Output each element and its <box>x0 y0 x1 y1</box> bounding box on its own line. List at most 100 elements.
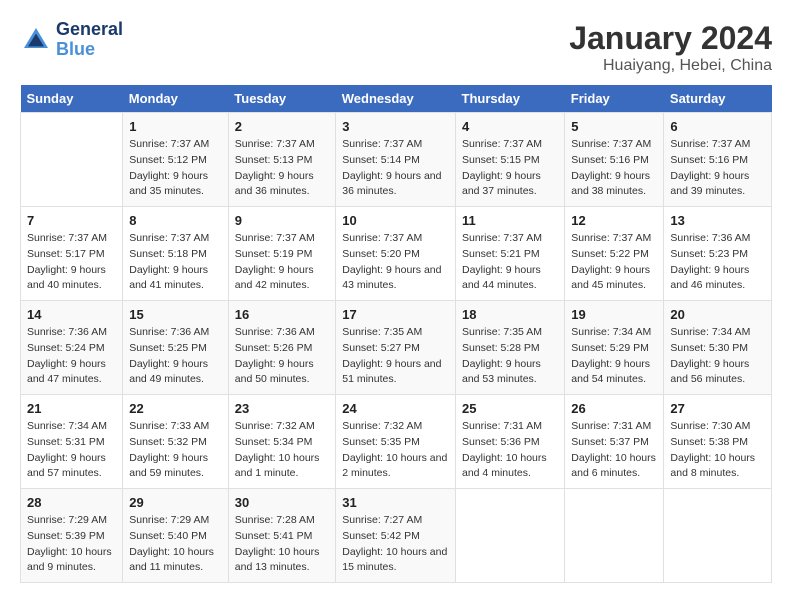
header-thursday: Thursday <box>456 85 565 113</box>
day-number: 7 <box>27 213 116 228</box>
calendar-week-row: 28 Sunrise: 7:29 AMSunset: 5:39 PMDaylig… <box>21 489 772 583</box>
day-info: Sunrise: 7:35 AMSunset: 5:27 PMDaylight:… <box>342 325 449 388</box>
day-info: Sunrise: 7:37 AMSunset: 5:14 PMDaylight:… <box>342 137 449 200</box>
calendar-cell: 12 Sunrise: 7:37 AMSunset: 5:22 PMDaylig… <box>565 207 664 301</box>
day-number: 28 <box>27 495 116 510</box>
day-info: Sunrise: 7:37 AMSunset: 5:15 PMDaylight:… <box>462 137 558 200</box>
day-number: 27 <box>670 401 765 416</box>
day-number: 10 <box>342 213 449 228</box>
day-info: Sunrise: 7:34 AMSunset: 5:30 PMDaylight:… <box>670 325 765 388</box>
header-friday: Friday <box>565 85 664 113</box>
day-info: Sunrise: 7:37 AMSunset: 5:16 PMDaylight:… <box>670 137 765 200</box>
calendar-cell: 25 Sunrise: 7:31 AMSunset: 5:36 PMDaylig… <box>456 395 565 489</box>
day-info: Sunrise: 7:28 AMSunset: 5:41 PMDaylight:… <box>235 513 329 576</box>
day-number: 30 <box>235 495 329 510</box>
calendar-header-row: Sunday Monday Tuesday Wednesday Thursday… <box>21 85 772 113</box>
day-info: Sunrise: 7:31 AMSunset: 5:36 PMDaylight:… <box>462 419 558 482</box>
day-info: Sunrise: 7:31 AMSunset: 5:37 PMDaylight:… <box>571 419 657 482</box>
day-number: 3 <box>342 119 449 134</box>
calendar-cell <box>21 113 123 207</box>
day-info: Sunrise: 7:37 AMSunset: 5:18 PMDaylight:… <box>129 231 222 294</box>
day-info: Sunrise: 7:36 AMSunset: 5:26 PMDaylight:… <box>235 325 329 388</box>
calendar-cell: 6 Sunrise: 7:37 AMSunset: 5:16 PMDayligh… <box>664 113 772 207</box>
header-monday: Monday <box>123 85 229 113</box>
day-info: Sunrise: 7:32 AMSunset: 5:34 PMDaylight:… <box>235 419 329 482</box>
day-info: Sunrise: 7:32 AMSunset: 5:35 PMDaylight:… <box>342 419 449 482</box>
day-number: 4 <box>462 119 558 134</box>
calendar-cell: 31 Sunrise: 7:27 AMSunset: 5:42 PMDaylig… <box>336 489 456 583</box>
day-number: 19 <box>571 307 657 322</box>
day-info: Sunrise: 7:37 AMSunset: 5:22 PMDaylight:… <box>571 231 657 294</box>
calendar-cell: 20 Sunrise: 7:34 AMSunset: 5:30 PMDaylig… <box>664 301 772 395</box>
calendar-cell: 5 Sunrise: 7:37 AMSunset: 5:16 PMDayligh… <box>565 113 664 207</box>
day-number: 13 <box>670 213 765 228</box>
calendar-cell: 21 Sunrise: 7:34 AMSunset: 5:31 PMDaylig… <box>21 395 123 489</box>
day-number: 2 <box>235 119 329 134</box>
calendar-cell: 22 Sunrise: 7:33 AMSunset: 5:32 PMDaylig… <box>123 395 229 489</box>
day-number: 12 <box>571 213 657 228</box>
subtitle: Huaiyang, Hebei, China <box>569 57 772 75</box>
calendar-cell: 24 Sunrise: 7:32 AMSunset: 5:35 PMDaylig… <box>336 395 456 489</box>
header-saturday: Saturday <box>664 85 772 113</box>
calendar-cell: 23 Sunrise: 7:32 AMSunset: 5:34 PMDaylig… <box>228 395 335 489</box>
day-info: Sunrise: 7:37 AMSunset: 5:20 PMDaylight:… <box>342 231 449 294</box>
calendar-week-row: 1 Sunrise: 7:37 AMSunset: 5:12 PMDayligh… <box>21 113 772 207</box>
day-number: 31 <box>342 495 449 510</box>
day-number: 22 <box>129 401 222 416</box>
day-number: 25 <box>462 401 558 416</box>
calendar-cell <box>456 489 565 583</box>
day-number: 9 <box>235 213 329 228</box>
day-info: Sunrise: 7:36 AMSunset: 5:23 PMDaylight:… <box>670 231 765 294</box>
calendar-cell: 16 Sunrise: 7:36 AMSunset: 5:26 PMDaylig… <box>228 301 335 395</box>
calendar-week-row: 21 Sunrise: 7:34 AMSunset: 5:31 PMDaylig… <box>21 395 772 489</box>
page-header: General Blue January 2024 Huaiyang, Hebe… <box>20 20 772 75</box>
calendar-cell: 27 Sunrise: 7:30 AMSunset: 5:38 PMDaylig… <box>664 395 772 489</box>
day-info: Sunrise: 7:37 AMSunset: 5:21 PMDaylight:… <box>462 231 558 294</box>
day-info: Sunrise: 7:29 AMSunset: 5:40 PMDaylight:… <box>129 513 222 576</box>
day-number: 29 <box>129 495 222 510</box>
calendar-cell <box>664 489 772 583</box>
calendar-table: Sunday Monday Tuesday Wednesday Thursday… <box>20 85 772 583</box>
calendar-cell: 30 Sunrise: 7:28 AMSunset: 5:41 PMDaylig… <box>228 489 335 583</box>
day-number: 16 <box>235 307 329 322</box>
day-info: Sunrise: 7:29 AMSunset: 5:39 PMDaylight:… <box>27 513 116 576</box>
day-info: Sunrise: 7:37 AMSunset: 5:19 PMDaylight:… <box>235 231 329 294</box>
calendar-cell: 11 Sunrise: 7:37 AMSunset: 5:21 PMDaylig… <box>456 207 565 301</box>
day-info: Sunrise: 7:37 AMSunset: 5:17 PMDaylight:… <box>27 231 116 294</box>
calendar-cell: 2 Sunrise: 7:37 AMSunset: 5:13 PMDayligh… <box>228 113 335 207</box>
calendar-cell: 28 Sunrise: 7:29 AMSunset: 5:39 PMDaylig… <box>21 489 123 583</box>
calendar-cell: 7 Sunrise: 7:37 AMSunset: 5:17 PMDayligh… <box>21 207 123 301</box>
header-tuesday: Tuesday <box>228 85 335 113</box>
calendar-cell: 13 Sunrise: 7:36 AMSunset: 5:23 PMDaylig… <box>664 207 772 301</box>
day-number: 5 <box>571 119 657 134</box>
day-info: Sunrise: 7:27 AMSunset: 5:42 PMDaylight:… <box>342 513 449 576</box>
day-number: 24 <box>342 401 449 416</box>
day-info: Sunrise: 7:34 AMSunset: 5:29 PMDaylight:… <box>571 325 657 388</box>
main-title: January 2024 <box>569 20 772 57</box>
calendar-cell: 19 Sunrise: 7:34 AMSunset: 5:29 PMDaylig… <box>565 301 664 395</box>
day-number: 26 <box>571 401 657 416</box>
calendar-cell: 9 Sunrise: 7:37 AMSunset: 5:19 PMDayligh… <box>228 207 335 301</box>
day-info: Sunrise: 7:33 AMSunset: 5:32 PMDaylight:… <box>129 419 222 482</box>
day-number: 8 <box>129 213 222 228</box>
day-info: Sunrise: 7:37 AMSunset: 5:13 PMDaylight:… <box>235 137 329 200</box>
day-info: Sunrise: 7:37 AMSunset: 5:16 PMDaylight:… <box>571 137 657 200</box>
day-info: Sunrise: 7:35 AMSunset: 5:28 PMDaylight:… <box>462 325 558 388</box>
calendar-cell: 18 Sunrise: 7:35 AMSunset: 5:28 PMDaylig… <box>456 301 565 395</box>
day-info: Sunrise: 7:30 AMSunset: 5:38 PMDaylight:… <box>670 419 765 482</box>
day-info: Sunrise: 7:36 AMSunset: 5:24 PMDaylight:… <box>27 325 116 388</box>
logo-text: General Blue <box>56 20 123 60</box>
day-info: Sunrise: 7:36 AMSunset: 5:25 PMDaylight:… <box>129 325 222 388</box>
day-number: 23 <box>235 401 329 416</box>
day-number: 1 <box>129 119 222 134</box>
calendar-week-row: 7 Sunrise: 7:37 AMSunset: 5:17 PMDayligh… <box>21 207 772 301</box>
calendar-cell: 8 Sunrise: 7:37 AMSunset: 5:18 PMDayligh… <box>123 207 229 301</box>
header-wednesday: Wednesday <box>336 85 456 113</box>
day-number: 15 <box>129 307 222 322</box>
day-number: 17 <box>342 307 449 322</box>
logo-icon <box>20 24 52 56</box>
calendar-cell: 10 Sunrise: 7:37 AMSunset: 5:20 PMDaylig… <box>336 207 456 301</box>
day-number: 11 <box>462 213 558 228</box>
logo: General Blue <box>20 20 123 60</box>
calendar-cell: 4 Sunrise: 7:37 AMSunset: 5:15 PMDayligh… <box>456 113 565 207</box>
